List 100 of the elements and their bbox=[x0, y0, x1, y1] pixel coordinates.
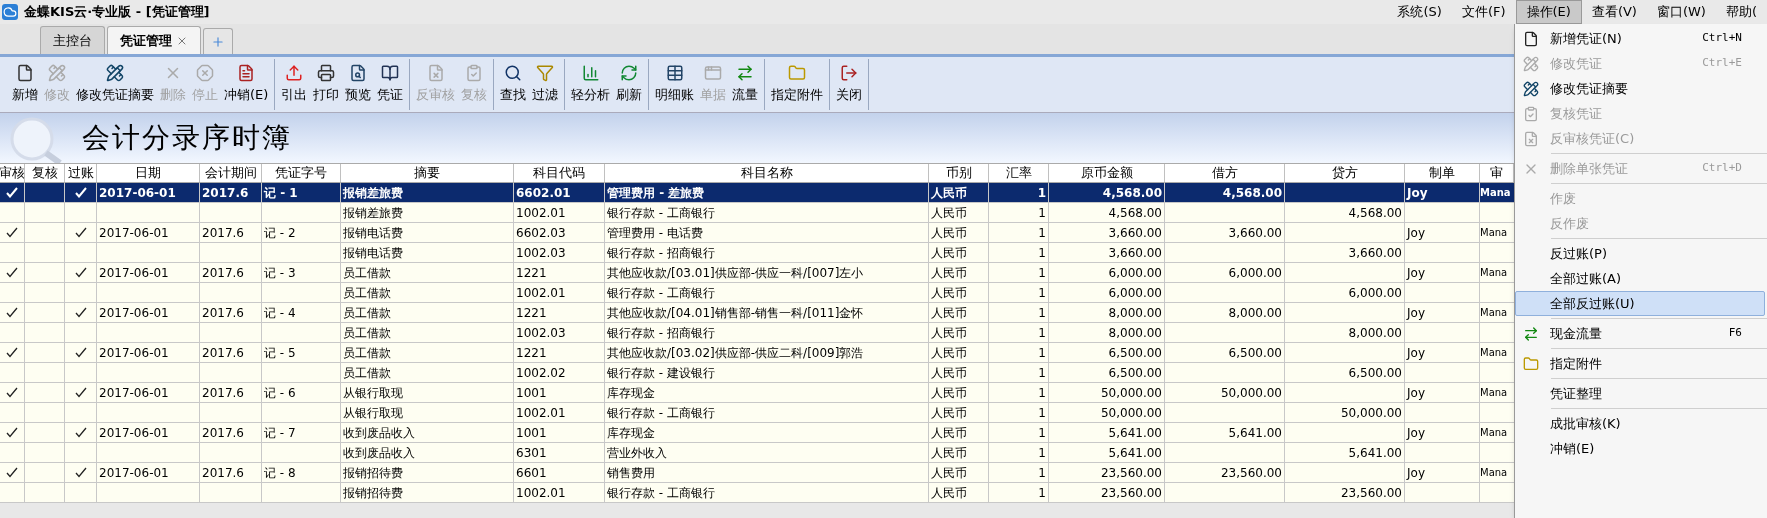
column-header[interactable]: 会计期间 bbox=[204, 164, 257, 182]
table-cell-text: 6301 bbox=[516, 444, 547, 462]
menu-bar-item[interactable]: 系统(S) bbox=[1387, 0, 1452, 24]
toolbar-button[interactable]: 轻分析 bbox=[568, 59, 614, 110]
table-cell-text: 人民币 bbox=[931, 264, 967, 282]
table-cell-text: 6,000.00 bbox=[1348, 284, 1402, 302]
table-row[interactable]: 报销电话费 1002.03 银行存款 - 招商银行 人民币 1 3,660.00 3,660.00 bbox=[0, 243, 1514, 263]
table-row[interactable]: 2017-06-01 2017.6 记 - 1 报销差旅费 6602.01 管理费用 - 差旅费 人民币 1 4,568.00 4,568.00 Joy Mana bbox=[0, 183, 1514, 203]
toolbar-button[interactable]: 关闭 bbox=[833, 59, 866, 110]
tab[interactable]: 主控台 bbox=[40, 26, 105, 54]
table-row[interactable]: 员工借款 1002.03 银行存款 - 招商银行 人民币 1 8,000.00 8,000.00 bbox=[0, 323, 1514, 343]
upload-icon bbox=[285, 64, 304, 83]
table-row[interactable]: 2017-06-01 2017.6 记 - 3 员工借款 1221 其他应收款/[03.01]供应部-供应一科/[007]左小 人民币 1 6,000.00 6,000.00 Joy Mana bbox=[0, 263, 1514, 283]
menu-item[interactable]: 反过账(P) bbox=[1515, 241, 1767, 266]
menu-item[interactable]: 凭证整理 bbox=[1515, 381, 1767, 406]
toolbar-button[interactable]: 修改凭证摘要 bbox=[73, 59, 157, 110]
column-header[interactable]: 借方 bbox=[1211, 164, 1238, 182]
table-cell-text: 4,568.00 bbox=[1102, 184, 1162, 202]
toolbar-button[interactable]: 查找 bbox=[497, 59, 530, 110]
table-cell-text: 员工借款 bbox=[343, 344, 391, 362]
column-header[interactable]: 科目名称 bbox=[740, 164, 793, 182]
table-row[interactable]: 2017-06-01 2017.6 记 - 5 员工借款 1221 其他应收款/[03.02]供应部-供应二科/[009]郭浩 人民币 1 6,500.00 6,500.00 Joy Mana bbox=[0, 343, 1514, 363]
table-cell-text: 1002.01 bbox=[516, 404, 566, 422]
bar-chart-icon bbox=[581, 64, 600, 83]
menu-bar-item[interactable]: 查看(V) bbox=[1581, 0, 1647, 24]
exit-icon bbox=[840, 64, 859, 83]
menu-bar-item[interactable]: 帮助( bbox=[1715, 0, 1767, 24]
shortcut-text: Ctrl+E bbox=[1702, 55, 1742, 72]
table-cell-text: 人民币 bbox=[931, 364, 967, 382]
menu-item[interactable]: 指定附件 bbox=[1515, 351, 1767, 376]
table-cell-text: 4,568.00 bbox=[1348, 204, 1402, 222]
table-cell-text: 2017-06-01 bbox=[99, 344, 169, 362]
table-cell-text: 8,000.00 bbox=[1108, 324, 1162, 342]
column-header[interactable]: 审 bbox=[1490, 164, 1503, 182]
menu-item[interactable]: 现金流量 F6 bbox=[1515, 321, 1767, 346]
menu-item[interactable]: 新增凭证(N) Ctrl+N bbox=[1515, 26, 1767, 51]
toolbar-button[interactable]: 引出 bbox=[278, 59, 311, 110]
menu-item[interactable]: 成批审核(K) bbox=[1515, 411, 1767, 436]
table-row[interactable]: 员工借款 1002.02 银行存款 - 建设银行 人民币 1 6,500.00 6,500.00 bbox=[0, 363, 1514, 383]
toolbar-button[interactable]: 流量 bbox=[729, 59, 762, 110]
table-cell-text: 2017.6 bbox=[202, 424, 244, 442]
shortcut-text: Ctrl+D bbox=[1702, 160, 1742, 177]
column-header[interactable]: 币别 bbox=[945, 164, 972, 182]
table-cell-text: 员工借款 bbox=[343, 284, 391, 302]
search-icon bbox=[504, 64, 523, 83]
table-cell-text: 6,000.00 bbox=[1108, 284, 1162, 302]
column-header[interactable]: 复核 bbox=[31, 164, 58, 182]
table-row[interactable]: 报销差旅费 1002.01 银行存款 - 工商银行 人民币 1 4,568.00 4,568.00 bbox=[0, 203, 1514, 223]
table-cell-text: 8,000.00 bbox=[1348, 324, 1402, 342]
table-row[interactable]: 2017-06-01 2017.6 记 - 6 从银行取现 1001 库存现金 人民币 1 50,000.00 50,000.00 Joy Mana bbox=[0, 383, 1514, 403]
table-cell-text: 1 bbox=[1038, 464, 1046, 482]
toolbar-button[interactable]: 新增 bbox=[9, 59, 41, 110]
table-row[interactable]: 2017-06-01 2017.6 记 - 7 收到废品收入 1001 库存现金 人民币 1 5,641.00 5,641.00 Joy Mana bbox=[0, 423, 1514, 443]
table-cell-text: Joy bbox=[1407, 424, 1425, 442]
column-header[interactable]: 日期 bbox=[135, 164, 161, 182]
column-header[interactable]: 原币金额 bbox=[1080, 164, 1133, 182]
table-cell-text: Joy bbox=[1407, 304, 1425, 322]
menu-item[interactable]: 全部反过账(U) bbox=[1515, 291, 1765, 316]
column-header[interactable]: 制单 bbox=[1429, 164, 1455, 182]
menu-item[interactable]: 修改凭证摘要 bbox=[1515, 76, 1767, 101]
toolbar-button[interactable]: 指定附件 bbox=[768, 59, 827, 110]
table-row[interactable]: 2017-06-01 2017.6 记 - 2 报销电话费 6602.03 管理费用 - 电话费 人民币 1 3,660.00 3,660.00 Joy Mana bbox=[0, 223, 1514, 243]
column-header[interactable]: 凭证字号 bbox=[275, 164, 327, 182]
column-header[interactable]: 过账 bbox=[67, 164, 94, 182]
toolbar-button[interactable]: 预览 bbox=[342, 59, 375, 110]
menu-item[interactable]: 全部过账(A) bbox=[1515, 266, 1767, 291]
table-cell-text: 6,500.00 bbox=[1228, 344, 1282, 362]
table-row[interactable]: 员工借款 1002.01 银行存款 - 工商银行 人民币 1 6,000.00 6,000.00 bbox=[0, 283, 1514, 303]
table-row[interactable]: 2017-06-01 2017.6 记 - 4 员工借款 1221 其他应收款/[04.01]销售部-销售一科/[011]金怀 人民币 1 8,000.00 8,000.00 Joy Mana bbox=[0, 303, 1514, 323]
folder-icon bbox=[1523, 355, 1539, 372]
toolbar-button[interactable]: 明细账 bbox=[652, 59, 698, 110]
column-header[interactable]: 汇率 bbox=[1005, 164, 1032, 182]
table-row[interactable]: 从银行取现 1002.01 银行存款 - 工商银行 人民币 1 50,000.00 50,000.00 bbox=[0, 403, 1514, 423]
menu-item[interactable]: 冲销(E) bbox=[1515, 436, 1767, 461]
table-cell-text: 6,500.00 bbox=[1108, 344, 1162, 362]
table-cell-text: 1 bbox=[1038, 304, 1046, 322]
table-row[interactable]: 报销招待费 1002.01 银行存款 - 工商银行 人民币 1 23,560.00 23,560.00 bbox=[0, 483, 1514, 503]
menu-bar-item[interactable]: 窗口(W) bbox=[1646, 0, 1716, 24]
column-header[interactable]: 摘要 bbox=[414, 164, 440, 182]
column-header[interactable]: 科目代码 bbox=[533, 164, 585, 182]
table-row[interactable]: 2017-06-01 2017.6 记 - 8 报销招待费 6601 销售费用 人民币 1 23,560.00 23,560.00 Joy Mana bbox=[0, 463, 1514, 483]
toolbar-button[interactable]: 打印 bbox=[310, 59, 343, 110]
menu-bar-item[interactable]: 文件(F) bbox=[1451, 0, 1516, 24]
menu-bar-item[interactable]: 操作(E) bbox=[1515, 0, 1582, 24]
toolbar-button[interactable]: 过滤 bbox=[529, 59, 562, 110]
document-icon bbox=[237, 64, 256, 83]
toolbar-button[interactable]: 刷新 bbox=[613, 59, 646, 110]
column-header[interactable]: 贷方 bbox=[1331, 164, 1358, 182]
toolbar-button[interactable]: 冲销(E) bbox=[221, 59, 272, 110]
table-cell-text: 报销差旅费 bbox=[343, 204, 403, 222]
table-cell-text: 8,000.00 bbox=[1228, 304, 1282, 322]
table-cell-text: 1 bbox=[1038, 324, 1046, 342]
tab[interactable]: 凭证管理 bbox=[107, 26, 201, 54]
table-cell-text: 人民币 bbox=[931, 304, 967, 322]
column-header[interactable]: 审核 bbox=[0, 164, 24, 182]
table-cell-text: 银行存款 - 工商银行 bbox=[607, 204, 715, 222]
toolbar-button[interactable]: 凭证 bbox=[374, 59, 407, 110]
table-cell-text: Mana bbox=[1480, 226, 1508, 240]
table-row[interactable]: 收到废品收入 6301 营业外收入 人民币 1 5,641.00 5,641.00 bbox=[0, 443, 1514, 463]
table-cell-text: 人民币 bbox=[931, 484, 967, 502]
